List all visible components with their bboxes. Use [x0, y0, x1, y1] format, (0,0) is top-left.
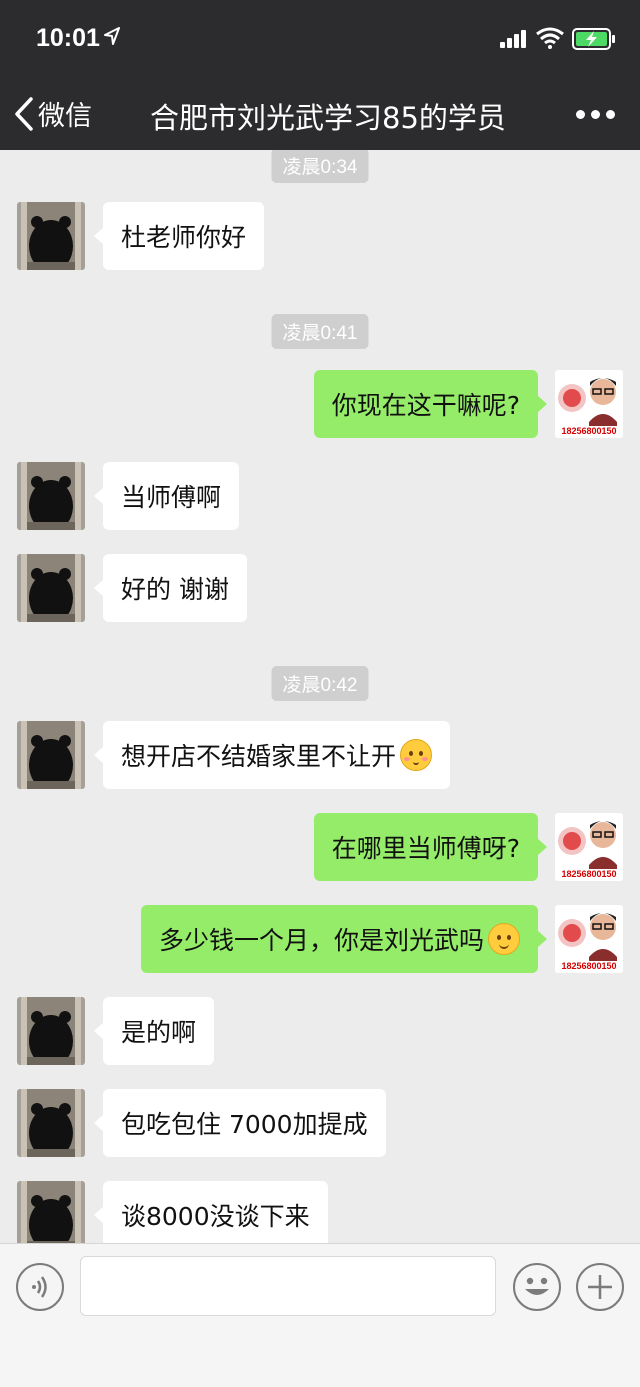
smile-emoji-icon — [488, 923, 520, 955]
plus-icon — [588, 1275, 612, 1299]
chevron-left-icon — [15, 96, 33, 131]
message-text: 好的 谢谢 — [121, 575, 229, 604]
kumamon-silhouette-icon — [17, 1181, 85, 1243]
message-bubble-incoming[interactable]: 当师傅啊 — [93, 462, 240, 530]
more-functions-button[interactable] — [576, 1263, 624, 1311]
self-avatar[interactable]: 18256800150 — [555, 905, 623, 973]
message-bubble-outgoing[interactable]: 在哪里当师傅呀? — [313, 813, 548, 881]
back-label: 微信 — [38, 101, 92, 132]
kumamon-silhouette-icon — [17, 1089, 85, 1157]
timestamp: 凌晨0:41 — [271, 314, 369, 349]
message-bubble-incoming[interactable]: 好的 谢谢 — [94, 554, 247, 622]
chat-title: 合肥市刘光武学习85的学员 — [150, 101, 506, 135]
smiley-face-icon — [525, 1277, 549, 1295]
nav-bar: 微信 合肥市刘光武学习85的学员 — [0, 80, 640, 150]
message-bubble-incoming[interactable]: 是的啊 — [93, 997, 215, 1065]
message-bubble-incoming[interactable]: 杜老师你好 — [93, 202, 265, 270]
input-bar — [0, 1243, 640, 1387]
timestamp: 凌晨0:42 — [271, 666, 369, 701]
kumamon-silhouette-icon — [17, 554, 85, 622]
kumamon-silhouette-icon — [17, 462, 85, 530]
message-text: 谈8000没谈下来 — [121, 1202, 310, 1231]
message-text: 多少钱一个月，你是刘光武吗 — [158, 926, 484, 955]
status-bar: 10:01 — [0, 0, 640, 80]
self-avatar[interactable]: 18256800150 — [555, 813, 623, 881]
message-text: 在哪里当师傅呀? — [331, 834, 520, 863]
status-time: 10:01 — [36, 24, 100, 52]
contact-avatar[interactable] — [17, 554, 85, 622]
wifi-icon — [536, 27, 564, 49]
kumamon-silhouette-icon — [17, 721, 85, 789]
message-bubble-incoming[interactable]: 想开店不结婚家里不让开 — [93, 721, 451, 789]
chat-area[interactable]: 凌晨0:34 杜老师你好 凌晨0:41 你现在这干嘛呢? 18256800150… — [0, 150, 640, 1243]
contact-avatar[interactable] — [17, 721, 85, 789]
message-bubble-incoming[interactable]: 包吃包住 7000加提成 — [94, 1089, 386, 1157]
message-text: 你现在这干嘛呢? — [331, 391, 520, 420]
message-bubble-incoming[interactable]: 谈8000没谈下来 — [94, 1181, 328, 1243]
self-phone-number: 18256800150 — [555, 426, 623, 437]
message-bubble-outgoing[interactable]: 多少钱一个月，你是刘光武吗 — [140, 905, 548, 973]
contact-avatar[interactable] — [17, 202, 85, 270]
message-text: 包吃包住 7000加提成 — [121, 1110, 368, 1139]
emoji-button[interactable] — [513, 1263, 561, 1311]
self-avatar[interactable]: 18256800150 — [555, 370, 623, 438]
message-text: 是的啊 — [121, 1018, 197, 1047]
message-bubble-outgoing[interactable]: 你现在这干嘛呢? — [313, 370, 548, 438]
voice-toggle-button[interactable] — [16, 1263, 64, 1311]
contact-avatar[interactable] — [17, 1089, 85, 1157]
cellular-signal-icon — [500, 30, 526, 48]
more-options-button[interactable] — [576, 110, 615, 119]
kumamon-silhouette-icon — [17, 202, 85, 270]
contact-avatar[interactable] — [17, 1181, 85, 1243]
message-input[interactable] — [80, 1256, 496, 1316]
message-text: 想开店不结婚家里不让开 — [121, 742, 397, 771]
message-text: 当师傅啊 — [121, 483, 222, 512]
message-text: 杜老师你好 — [121, 223, 247, 252]
back-button[interactable]: 微信 — [14, 94, 92, 133]
contact-avatar[interactable] — [17, 462, 85, 530]
contact-avatar[interactable] — [17, 997, 85, 1065]
self-phone-number: 18256800150 — [555, 869, 623, 880]
location-arrow-icon — [104, 27, 120, 45]
voice-wave-icon — [32, 1276, 47, 1298]
kumamon-silhouette-icon — [17, 997, 85, 1065]
battery-charging-icon — [572, 28, 615, 50]
timestamp: 凌晨0:34 — [271, 150, 369, 183]
blush-emoji-icon — [400, 739, 433, 771]
self-phone-number: 18256800150 — [555, 961, 623, 972]
